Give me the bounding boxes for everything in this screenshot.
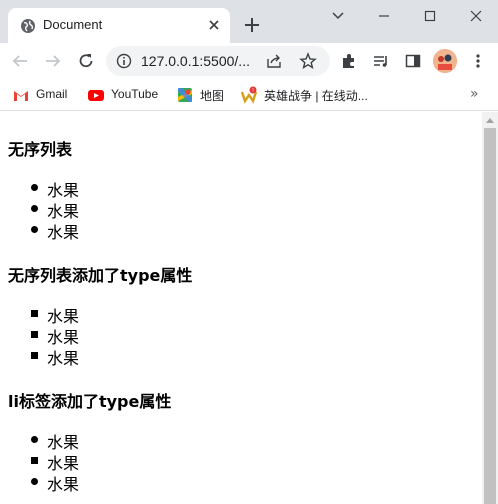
gmail-icon xyxy=(12,86,30,104)
list-bullet-square xyxy=(31,331,38,338)
section-heading-1: 无序列表 xyxy=(8,140,73,159)
tab-title: Document xyxy=(43,17,103,32)
tab-document[interactable]: Document xyxy=(8,8,230,43)
list-item: 水果 xyxy=(47,223,80,242)
more-menu-icon[interactable] xyxy=(469,52,487,70)
maps-icon xyxy=(176,86,194,104)
site-info-icon[interactable] xyxy=(116,53,132,69)
forward-icon[interactable] xyxy=(44,52,62,70)
list-bullet-square xyxy=(31,310,38,317)
bookmark-label: YouTube xyxy=(111,87,159,101)
bookmarks-bar: Gmail YouTube 地图 ! 英雄战争 | 在线动... » xyxy=(0,79,498,111)
section-heading-3: li标签添加了type属性 xyxy=(8,392,172,411)
list-item: 水果 xyxy=(47,349,80,368)
list-bullet-disc xyxy=(31,226,38,233)
more-bookmarks-chevron-icon[interactable]: » xyxy=(470,86,484,102)
youtube-icon xyxy=(87,86,105,104)
vertical-scrollbar[interactable] xyxy=(482,112,498,504)
list-bullet-disc xyxy=(31,184,38,191)
reading-list-icon[interactable] xyxy=(372,52,390,70)
title-bar: Document xyxy=(0,0,498,43)
list-item: 水果 xyxy=(47,475,80,494)
new-tab-plus-icon[interactable] xyxy=(243,16,261,34)
bookmark-label: Gmail xyxy=(36,87,68,101)
list-bullet-square xyxy=(31,352,38,359)
game-icon: ! xyxy=(240,86,258,104)
share-icon[interactable] xyxy=(266,53,282,69)
globe-icon xyxy=(20,18,36,34)
reload-icon[interactable] xyxy=(77,52,95,70)
url-text[interactable]: 127.0.0.1:5500/... xyxy=(141,53,250,69)
page-content: 无序列表 水果 水果 水果 无序列表添加了type属性 水果 水果 水果 li标… xyxy=(0,112,482,504)
bookmark-label: 英雄战争 | 在线动... xyxy=(264,89,368,103)
minimize-icon[interactable] xyxy=(373,6,395,26)
list-bullet-disc xyxy=(31,478,38,485)
tab-search-chevron-icon[interactable] xyxy=(327,6,349,26)
list-bullet-disc xyxy=(31,205,38,212)
close-tab-icon[interactable] xyxy=(206,17,222,33)
list-bullet-disc xyxy=(31,436,38,443)
list-bullet-square xyxy=(31,457,38,464)
back-icon[interactable] xyxy=(11,52,29,70)
side-panel-icon[interactable] xyxy=(404,52,422,70)
profile-avatar[interactable] xyxy=(433,49,457,73)
browser-toolbar: 127.0.0.1:5500/... xyxy=(0,43,498,79)
address-bar[interactable]: 127.0.0.1:5500/... xyxy=(106,46,330,76)
section-heading-2: 无序列表添加了type属性 xyxy=(8,266,193,285)
maximize-icon[interactable] xyxy=(419,6,441,26)
bookmark-label: 地图 xyxy=(200,89,225,103)
scroll-up-arrow-icon[interactable] xyxy=(486,118,494,123)
extensions-puzzle-icon[interactable] xyxy=(340,52,358,70)
scrollbar-thumb[interactable] xyxy=(484,128,496,504)
svg-text:!: ! xyxy=(252,88,254,94)
close-window-icon[interactable] xyxy=(465,6,487,26)
bookmark-star-icon[interactable] xyxy=(299,52,317,70)
